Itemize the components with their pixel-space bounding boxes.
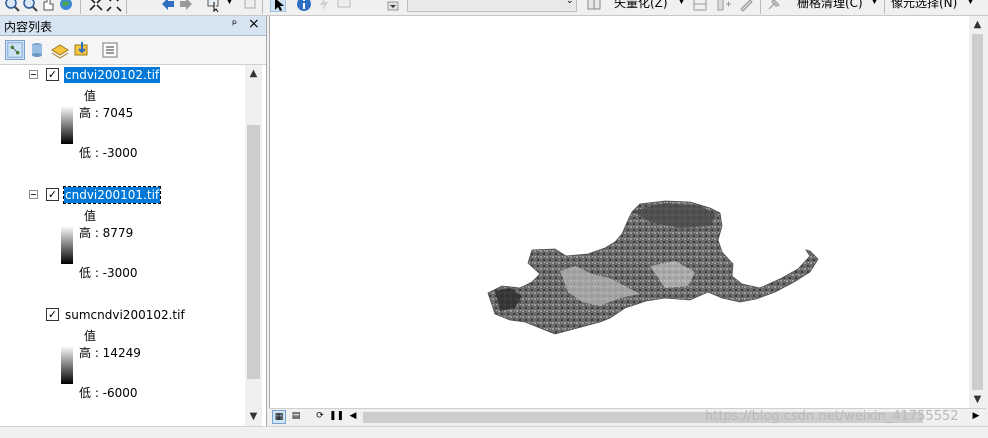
layer-combobox[interactable] [407,0,577,12]
legend-low-value: 低 : -6000 [79,386,138,400]
scroll-thumb[interactable] [247,125,260,379]
legend-high-value: 高 : 14249 [79,346,141,360]
layer-name[interactable]: cndvi200102.tif [64,67,161,83]
legend-value-label: 值 [84,209,97,223]
pin-icon[interactable]: ᵖ [232,17,237,31]
refresh-icon[interactable]: ⟳ [313,410,327,424]
layout-view-icon[interactable]: ▤ [289,410,303,424]
layer-visibility-checkbox[interactable]: ✓ [46,188,59,201]
raster-layer-icon[interactable] [586,0,602,12]
list-by-source-icon[interactable] [27,40,47,60]
toolbar-separator [126,0,127,14]
legend-low-value: 低 : -3000 [79,146,138,160]
toc-toolbar [0,36,266,65]
options-list-icon[interactable] [100,40,120,60]
select-features-icon[interactable] [206,0,222,12]
main-toolbar: ▼ ⌄ 矢量化(Z) ▼ 栅格清理(C) ▼ 像元选择(N) ▼ [0,0,988,16]
toolbar-separator [760,0,761,14]
fixed-zoom-out-icon[interactable] [106,0,122,12]
legend-value-label: 值 [84,329,97,343]
map-scroll-right-arrow[interactable]: ▶ [969,410,983,424]
stretch-color-ramp [61,106,73,144]
layer-item: ✓ cndvi200102.tif 值 高 : 7045 低 : -3000 [0,66,245,184]
collapse-toggle[interactable] [29,190,38,199]
select-dropdown-arrow[interactable]: ▼ [226,0,233,6]
pixel-selection-menu[interactable]: 像元选择(N) [891,0,957,11]
html-popup-icon[interactable] [336,0,352,12]
status-bar [0,426,988,438]
globe-full-extent-icon[interactable] [58,0,74,12]
zoom-in-icon[interactable] [4,0,20,12]
stretch-color-ramp [61,346,73,384]
map-scroll-up-arrow[interactable]: ▲ [969,16,986,33]
vectorize-menu[interactable]: 矢量化(Z) [614,0,668,11]
toc-header: 内容列表 ᵖ × [0,16,266,36]
raster-map-image [487,200,819,335]
map-canvas[interactable] [269,16,970,408]
layer-visibility-checkbox[interactable]: ✓ [46,68,59,81]
pixel-selection-dropdown-arrow[interactable]: ▼ [967,0,974,6]
add-raster-cell-icon[interactable] [716,0,732,12]
raster-grid-icon[interactable] [692,0,708,12]
list-by-drawing-order-icon[interactable] [5,40,25,60]
legend-value-label: 值 [84,89,97,103]
toolbar-separator [884,0,885,14]
close-icon[interactable]: × [248,16,260,32]
vectorize-dropdown-arrow[interactable]: ▼ [678,0,685,6]
fixed-zoom-in-icon[interactable] [88,0,104,12]
legend-low-value: 低 : -3000 [79,266,138,280]
stretch-color-ramp [61,226,73,264]
select-elements-arrow-icon[interactable] [270,0,286,12]
legend-high-value: 高 : 8779 [79,226,134,240]
layer-visibility-checkbox[interactable]: ✓ [46,308,59,321]
clear-selection-icon[interactable] [242,0,258,12]
zoom-out-icon[interactable] [22,0,38,12]
layer-item: ✓ sumcndvi200102.tif 值 高 : 14249 低 : -60… [0,306,245,424]
layer-name[interactable]: cndvi200101.tif [62,186,162,204]
toolbar-overflow-icon[interactable] [386,0,402,12]
scroll-down-arrow[interactable]: ▼ [245,408,262,425]
collapse-toggle[interactable] [29,70,38,79]
list-by-selection-icon[interactable] [72,40,92,60]
pan-hand-icon[interactable] [40,0,56,12]
map-scroll-left-arrow[interactable]: ◀ [346,410,360,424]
raster-cleanup-menu[interactable]: 栅格清理(C) [797,0,863,11]
list-by-visibility-icon[interactable] [50,40,70,60]
map-scroll-down-arrow[interactable]: ▼ [969,391,986,408]
layer-name[interactable]: sumcndvi200102.tif [64,307,186,323]
map-bottom-bar: ▦ ▤ ⟳ ❚❚ ◀ ▶ https://blog.csdn.net/weixi… [269,408,986,426]
hyperlink-bolt-icon[interactable] [316,0,332,12]
watermark-text: https://blog.csdn.net/weixin_41755552 [705,409,959,424]
table-of-contents-panel: 内容列表 ᵖ × ✓ cndvi200102.tif 值 高 : 7045 低 … [0,16,267,426]
scroll-up-arrow[interactable]: ▲ [245,65,262,82]
map-vertical-scrollbar[interactable]: ▲ ▼ [969,16,986,408]
layer-tree: ✓ cndvi200102.tif 值 高 : 7045 低 : -3000 ✓… [0,65,245,426]
back-extent-icon[interactable] [160,0,176,12]
forward-extent-icon[interactable] [178,0,194,12]
toolbar-separator [262,0,263,14]
map-scroll-thumb[interactable] [972,34,983,390]
legend-high-value: 高 : 7045 [79,106,134,120]
layer-item: ✓ cndvi200101.tif 值 高 : 8779 低 : -3000 [0,186,245,304]
pause-drawing-icon[interactable]: ❚❚ [329,410,344,424]
combobox-dropdown-arrow[interactable]: ⌄ [566,0,574,6]
identify-info-icon[interactable] [296,0,312,12]
pin-tool-icon[interactable] [766,0,782,12]
toc-title: 内容列表 [4,20,53,34]
toc-vertical-scrollbar[interactable]: ▲ ▼ [245,65,262,426]
data-view-icon[interactable]: ▦ [272,410,286,424]
raster-cleanup-dropdown-arrow[interactable]: ▼ [871,0,878,6]
toolbar-separator [80,0,81,14]
pencil-icon[interactable] [738,0,754,12]
